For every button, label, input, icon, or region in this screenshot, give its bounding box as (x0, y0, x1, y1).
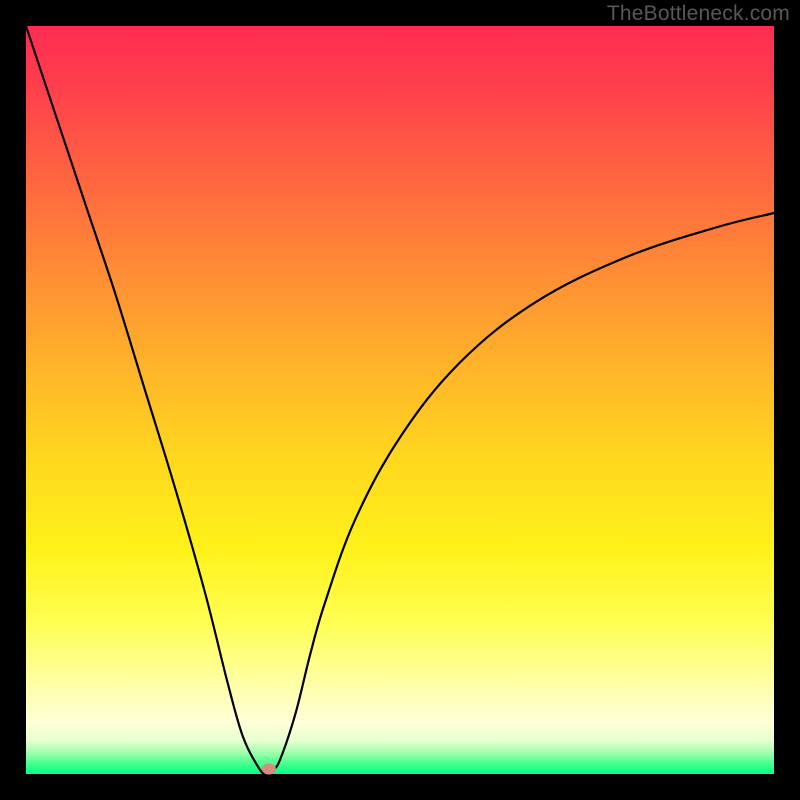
plot-area (26, 26, 774, 774)
optimal-point-marker (262, 763, 276, 774)
chart-frame: TheBottleneck.com (0, 0, 800, 800)
bottleneck-curve (26, 26, 774, 774)
watermark-text: TheBottleneck.com (607, 2, 790, 26)
